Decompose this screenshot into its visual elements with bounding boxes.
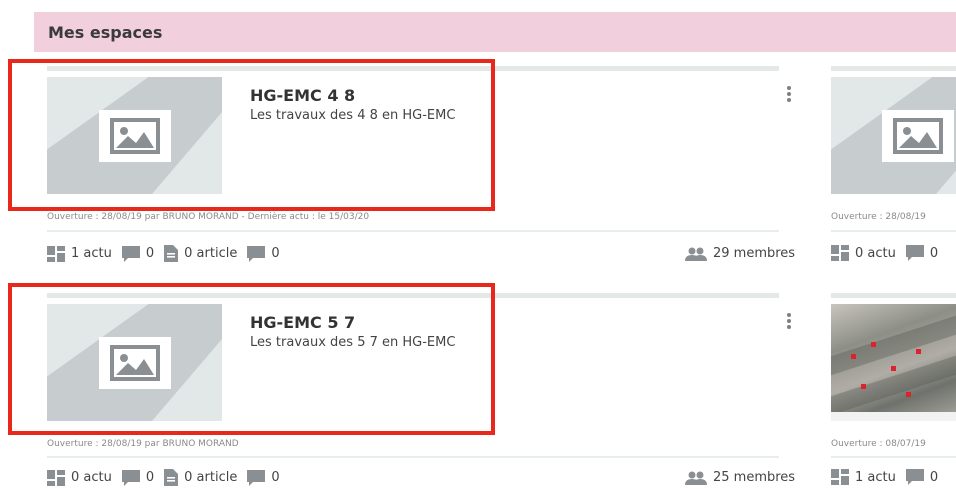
- stat-comments-label: 0: [929, 245, 939, 261]
- stat-comments-label: 0: [145, 470, 155, 485]
- stat-comments-label: 0: [929, 469, 939, 485]
- stat-messages-label: 0: [271, 470, 280, 485]
- stat-actu: 1 actu: [47, 245, 112, 262]
- comment-icon: [121, 245, 140, 262]
- space-members[interactable]: 25 membres: [685, 470, 795, 485]
- divider: [831, 230, 956, 232]
- divider: [831, 456, 956, 458]
- space-stats: 0 actu 0: [831, 245, 956, 261]
- stat-messages: 0: [247, 469, 280, 486]
- people-icon: [685, 471, 707, 485]
- stat-comments-label: 0: [145, 246, 155, 261]
- stat-actu-label: 0 actu: [855, 245, 896, 261]
- stat-article: 0 article: [164, 469, 237, 486]
- members-label: 29 membres: [713, 246, 796, 261]
- stat-comments: 0: [121, 245, 155, 262]
- comment-icon: [121, 469, 140, 486]
- space-meta: Ouverture : 08/07/19: [831, 439, 926, 449]
- space-stats: 0 actu 0 0 article 0: [47, 469, 290, 486]
- space-meta: Ouverture : 28/08/19 par BRUNO MORAND: [47, 439, 239, 449]
- comment-icon: [247, 469, 266, 486]
- stat-article: 0 article: [164, 245, 237, 262]
- highlight-box: [8, 59, 495, 211]
- card-top-border: [831, 293, 956, 298]
- stat-actu: 0 actu: [831, 245, 896, 261]
- space-meta: Ouverture : 28/08/19 par BRUNO MORAND - …: [47, 212, 370, 222]
- stat-actu: 0 actu: [47, 469, 112, 486]
- divider: [47, 230, 779, 232]
- space-stats: 1 actu 0 0 article 0: [47, 245, 290, 262]
- space-members[interactable]: 29 membres: [685, 246, 795, 261]
- stat-comments: 0: [121, 469, 155, 486]
- stat-actu-label: 0 actu: [71, 470, 112, 485]
- comment-icon: [905, 469, 924, 485]
- kebab-menu-icon[interactable]: [784, 84, 794, 104]
- members-label: 25 membres: [713, 470, 796, 485]
- divider: [47, 456, 779, 458]
- section-title: Mes espaces: [48, 22, 163, 42]
- comment-icon: [247, 245, 266, 262]
- stat-messages: 0: [247, 245, 280, 262]
- document-icon: [164, 245, 179, 262]
- dashboard-icon: [831, 245, 849, 261]
- space-photo[interactable]: [831, 304, 956, 421]
- section-header: Mes espaces: [34, 12, 956, 52]
- stat-actu: 1 actu: [831, 469, 896, 485]
- document-icon: [164, 469, 179, 486]
- stat-article-label: 0 article: [184, 246, 238, 261]
- dashboard-icon: [47, 469, 65, 486]
- highlight-box: [8, 283, 495, 435]
- card-top-border: [831, 66, 956, 71]
- stat-actu-label: 1 actu: [71, 246, 112, 261]
- people-icon: [685, 247, 707, 261]
- image-icon: [882, 109, 954, 162]
- space-thumbnail[interactable]: [831, 77, 956, 194]
- stat-article-label: 0 article: [184, 470, 238, 485]
- space-stats: 1 actu 0: [831, 469, 956, 485]
- stat-comments: 0: [905, 245, 939, 261]
- stat-messages-label: 0: [271, 246, 280, 261]
- dashboard-icon: [47, 245, 65, 262]
- dashboard-icon: [831, 469, 849, 485]
- comment-icon: [905, 245, 924, 261]
- stat-comments: 0: [905, 469, 939, 485]
- stat-actu-label: 1 actu: [855, 469, 896, 485]
- kebab-menu-icon[interactable]: [784, 311, 794, 331]
- space-meta: Ouverture : 28/08/19: [831, 212, 926, 222]
